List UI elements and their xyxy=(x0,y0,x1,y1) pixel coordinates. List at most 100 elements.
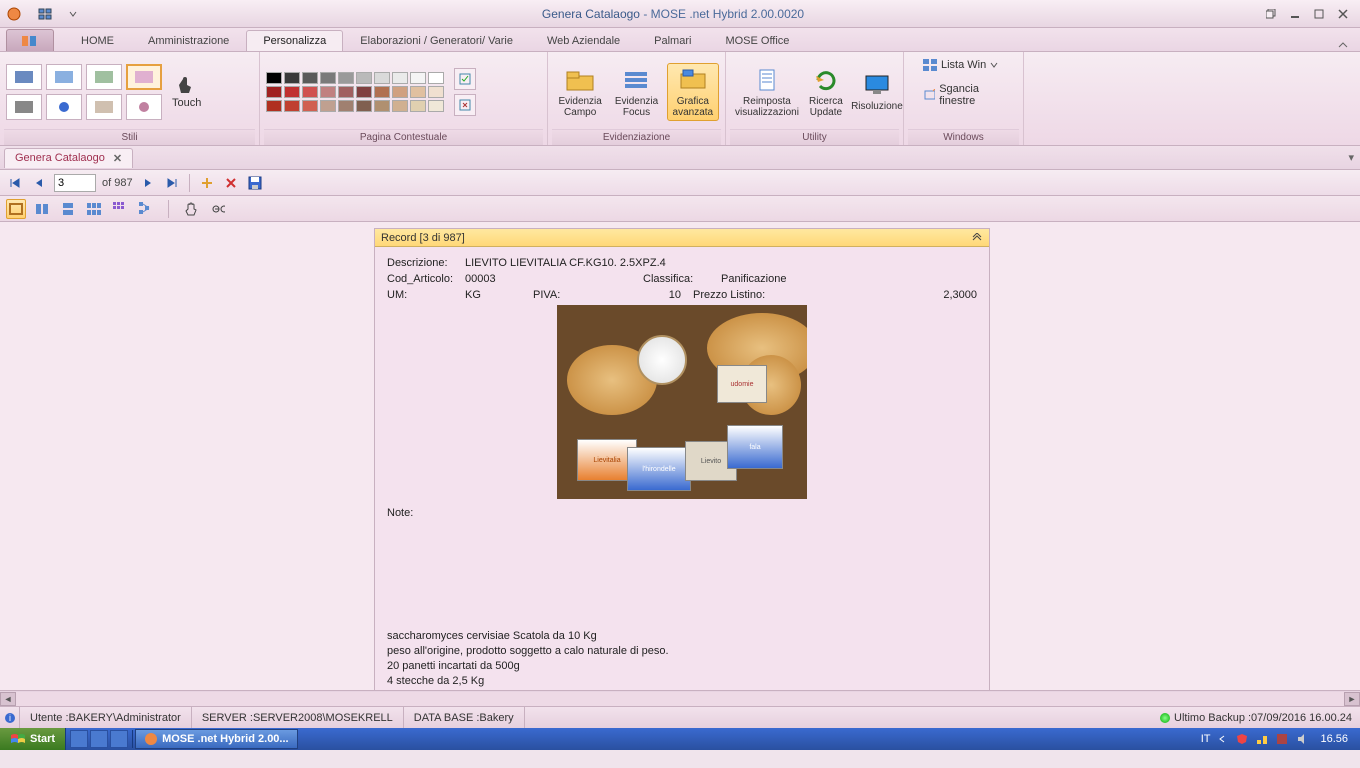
color-swatch[interactable] xyxy=(410,86,426,98)
color-swatch[interactable] xyxy=(374,100,390,112)
tray-shield-icon[interactable] xyxy=(1234,731,1250,747)
color-swatch[interactable] xyxy=(410,72,426,84)
nav-last-icon[interactable] xyxy=(163,174,181,192)
link-icon[interactable] xyxy=(207,199,227,219)
color-swatch[interactable] xyxy=(428,86,444,98)
tab-office[interactable]: MOSE Office xyxy=(708,30,806,51)
qat-windows-icon[interactable] xyxy=(32,4,58,24)
color-swatch[interactable] xyxy=(428,72,444,84)
stili-item[interactable] xyxy=(46,64,82,90)
stili-item-selected[interactable] xyxy=(126,64,162,90)
collapse-icon[interactable] xyxy=(971,233,983,243)
color-swatch[interactable] xyxy=(302,72,318,84)
ql-desktop-icon[interactable] xyxy=(70,730,88,748)
tab-web[interactable]: Web Aziendale xyxy=(530,30,637,51)
color-swatch[interactable] xyxy=(320,86,336,98)
evidenzia-campo-button[interactable]: Evidenzia Campo xyxy=(554,63,606,121)
tray-expand-icon[interactable] xyxy=(1214,731,1230,747)
color-swatch[interactable] xyxy=(392,86,408,98)
tab-palmari[interactable]: Palmari xyxy=(637,30,708,51)
stili-item[interactable] xyxy=(6,64,42,90)
qat-dropdown-icon[interactable] xyxy=(60,4,86,24)
color-swatch[interactable] xyxy=(374,72,390,84)
view-vsplit-icon[interactable] xyxy=(58,199,78,219)
view-single-icon[interactable] xyxy=(6,199,26,219)
sgancia-finestre-button[interactable]: Sgancia finestre xyxy=(914,80,1017,110)
evidenzia-focus-button[interactable]: Evidenzia Focus xyxy=(610,63,662,121)
nav-add-icon[interactable] xyxy=(198,174,216,192)
color-swatch[interactable] xyxy=(410,100,426,112)
taskbar-task-mose[interactable]: MOSE .net Hybrid 2.00... xyxy=(135,729,298,749)
restore-down-icon[interactable] xyxy=(1260,5,1282,23)
pagina-apply-icon[interactable] xyxy=(454,68,476,90)
horizontal-scrollbar[interactable]: ◄ ► xyxy=(0,690,1360,706)
color-swatch[interactable] xyxy=(374,86,390,98)
start-button[interactable]: Start xyxy=(0,728,66,750)
minimize-icon[interactable] xyxy=(1284,5,1306,23)
scroll-track[interactable] xyxy=(16,692,1344,706)
color-palette[interactable] xyxy=(266,72,444,112)
nav-delete-icon[interactable] xyxy=(222,174,240,192)
color-swatch[interactable] xyxy=(338,72,354,84)
color-swatch[interactable] xyxy=(338,86,354,98)
tray-app-icon[interactable] xyxy=(1274,731,1290,747)
color-swatch[interactable] xyxy=(284,100,300,112)
tab-personalizza[interactable]: Personalizza xyxy=(246,30,343,51)
doc-tabs-dropdown-icon[interactable]: ▾ xyxy=(1348,151,1354,164)
tray-clock[interactable]: 16.56 xyxy=(1314,733,1354,745)
app-menu-button[interactable] xyxy=(6,29,54,51)
tab-home[interactable]: HOME xyxy=(64,30,131,51)
nav-prev-icon[interactable] xyxy=(30,174,48,192)
reimposta-button[interactable]: Reimposta visualizzazioni xyxy=(732,63,802,121)
grafica-avanzata-button[interactable]: Grafica avanzata xyxy=(667,63,719,121)
ricerca-update-button[interactable]: Ricerca Update xyxy=(806,63,846,121)
stili-item[interactable] xyxy=(86,94,122,120)
color-swatch[interactable] xyxy=(356,100,372,112)
color-swatch[interactable] xyxy=(392,72,408,84)
tab-amministrazione[interactable]: Amministrazione xyxy=(131,30,246,51)
tray-network-icon[interactable] xyxy=(1254,731,1270,747)
color-swatch[interactable] xyxy=(356,86,372,98)
color-swatch[interactable] xyxy=(284,72,300,84)
ql-explorer-icon[interactable] xyxy=(90,730,108,748)
view-grid3-icon[interactable] xyxy=(84,199,104,219)
stili-gallery[interactable] xyxy=(6,64,162,120)
scroll-right-icon[interactable]: ► xyxy=(1344,692,1360,706)
ribbon-collapse-icon[interactable] xyxy=(1332,39,1354,51)
close-icon[interactable] xyxy=(1332,5,1354,23)
color-swatch[interactable] xyxy=(428,100,444,112)
color-swatch[interactable] xyxy=(302,86,318,98)
ql-app-icon[interactable] xyxy=(110,730,128,748)
app-system-icon[interactable] xyxy=(4,4,24,24)
view-grid4-icon[interactable] xyxy=(110,199,130,219)
maximize-icon[interactable] xyxy=(1308,5,1330,23)
doc-tab-catalaogo[interactable]: Genera Catalaogo ✕ xyxy=(4,148,133,168)
lista-win-dropdown[interactable]: Lista Win xyxy=(914,56,1007,74)
stili-item[interactable] xyxy=(6,94,42,120)
scroll-left-icon[interactable]: ◄ xyxy=(0,692,16,706)
risoluzione-button[interactable]: Risoluzione xyxy=(850,68,904,115)
tray-volume-icon[interactable] xyxy=(1294,731,1310,747)
tab-elaborazioni[interactable]: Elaborazioni / Generatori/ Varie xyxy=(343,30,530,51)
doc-tab-close-icon[interactable]: ✕ xyxy=(113,152,122,165)
nav-next-icon[interactable] xyxy=(139,174,157,192)
stili-item[interactable] xyxy=(126,94,162,120)
stili-item[interactable] xyxy=(86,64,122,90)
tray-lang[interactable]: IT xyxy=(1201,733,1211,745)
nav-save-icon[interactable] xyxy=(246,174,264,192)
view-tree-icon[interactable] xyxy=(136,199,156,219)
nav-page-input[interactable] xyxy=(54,174,96,192)
color-swatch[interactable] xyxy=(266,72,282,84)
color-swatch[interactable] xyxy=(320,72,336,84)
color-swatch[interactable] xyxy=(302,100,318,112)
color-swatch[interactable] xyxy=(356,72,372,84)
color-swatch[interactable] xyxy=(320,100,336,112)
view-two-icon[interactable] xyxy=(32,199,52,219)
color-swatch[interactable] xyxy=(266,100,282,112)
record-header[interactable]: Record [3 di 987] xyxy=(375,229,989,247)
status-info-icon[interactable]: i xyxy=(0,707,20,728)
color-swatch[interactable] xyxy=(266,86,282,98)
color-swatch[interactable] xyxy=(338,100,354,112)
hand-pan-icon[interactable] xyxy=(181,199,201,219)
nav-first-icon[interactable] xyxy=(6,174,24,192)
